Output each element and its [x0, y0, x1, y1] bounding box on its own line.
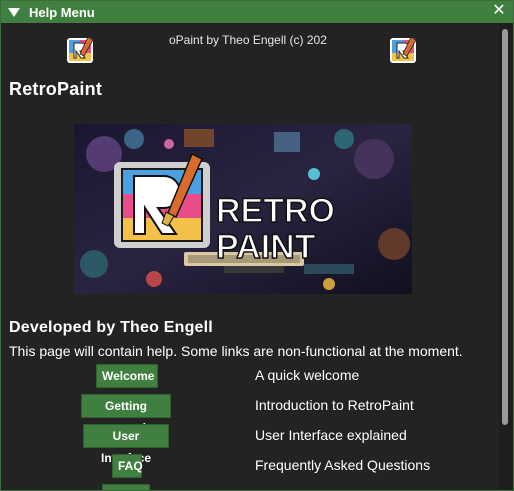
- vertical-scrollbar[interactable]: [499, 23, 513, 490]
- retropaint-banner-image: RETRO PAINT: [74, 124, 412, 294]
- faq-description: Frequently Asked Questions: [255, 457, 431, 473]
- banner-illustration: RETRO PAINT: [74, 124, 412, 294]
- getting-started-description: Introduction to RetroPaint: [255, 397, 414, 413]
- banner-text-paint: PAINT: [216, 228, 316, 266]
- intro-text: This page will contain help. Some links …: [9, 343, 463, 359]
- retropaint-logo-icon: [390, 36, 417, 63]
- banner-text-retro: RETRO: [216, 192, 335, 230]
- scrollbar-thumb[interactable]: [502, 29, 508, 425]
- user-interface-button[interactable]: User Interface: [83, 424, 169, 465]
- marquee-text: roPaint by Theo Engell (c) 202: [169, 33, 327, 47]
- retropaint-logo-icon: [67, 36, 94, 63]
- page-title: RetroPaint: [9, 79, 103, 99]
- help-menu-window: Help Menu ✕ roPaint by Theo Engell (c) 2…: [0, 0, 514, 491]
- welcome-button[interactable]: Welcome: [96, 364, 158, 388]
- window-title: Help Menu: [29, 4, 95, 20]
- help-content: roPaint by Theo Engell (c) 202 RetroPain…: [1, 23, 499, 490]
- user-interface-description: User Interface explained: [255, 427, 407, 443]
- welcome-description: A quick welcome: [255, 367, 360, 383]
- collapse-triangle-icon[interactable]: [8, 7, 20, 17]
- getting-started-button[interactable]: Getting started: [81, 394, 171, 435]
- partial-menu-button[interactable]: [102, 484, 150, 490]
- faq-button[interactable]: FAQ: [112, 454, 143, 478]
- developer-heading: Developed by Theo Engell: [9, 319, 213, 336]
- close-icon[interactable]: ✕: [491, 3, 507, 19]
- window-titlebar[interactable]: Help Menu ✕: [1, 1, 513, 23]
